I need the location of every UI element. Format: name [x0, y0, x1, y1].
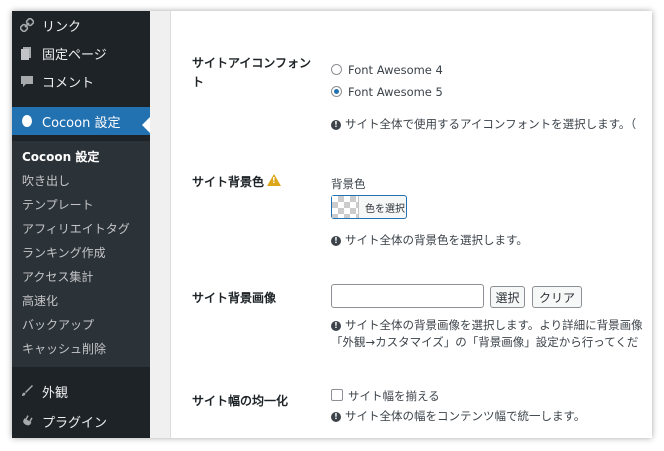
site-width-help: ! サイト全体の幅をコンテンツ幅で統一します。	[331, 408, 585, 424]
content-gutter	[150, 11, 170, 438]
submenu-item-access[interactable]: アクセス集計	[22, 268, 93, 285]
site-width-checkbox-label: サイト幅を揃える	[348, 389, 440, 403]
info-icon: !	[331, 119, 341, 130]
info-icon: !	[331, 320, 341, 331]
sidebar-item-plugins[interactable]: プラグイン	[12, 407, 150, 435]
site-width-checkbox[interactable]	[331, 389, 343, 401]
bg-image-help-text: サイト全体の背景画像を選択します。より詳細に背景画像	[345, 318, 643, 332]
bg-color-help: ! サイト全体の背景色を選択します。	[331, 232, 528, 248]
site-width-help-text: サイト全体の幅をコンテンツ幅で統一します。	[345, 409, 586, 423]
radio-label-fa5: Font Awesome 5	[348, 85, 443, 99]
icon-font-help-text: サイト全体で使用するアイコンフォントを選択します。（	[345, 117, 637, 131]
select-color-button[interactable]: 色を選択	[331, 195, 407, 219]
sidebar-item-label: プラグイン	[42, 415, 108, 431]
submenu-item-speed[interactable]: 高速化	[22, 292, 58, 309]
comment-icon	[20, 74, 34, 88]
transparent-swatch	[332, 196, 359, 218]
submenu-item-affiliate[interactable]: アフィリエイトタグ	[22, 220, 130, 237]
link-icon	[20, 18, 34, 32]
submenu-item-ranking[interactable]: ランキング作成	[22, 244, 106, 261]
appearance-icon	[20, 384, 34, 398]
warning-icon: !	[267, 174, 281, 186]
sidebar-item-label: リンク	[42, 19, 82, 35]
bg-color-sublabel: 背景色	[331, 177, 366, 191]
sidebar-item-label: 外観	[42, 385, 69, 401]
icon-font-label-line2: ト	[192, 75, 205, 89]
cocoon-submenu: Cocoon 設定 吹き出し テンプレート アフィリエイトタグ ランキング作成 …	[12, 141, 150, 367]
bg-image-help-line2: 「外観→カスタマイズ」の「背景画像」設定から行ってくだ	[331, 335, 639, 349]
active-menu-arrow	[142, 117, 150, 133]
sidebar-item-label: Cocoon 設定	[42, 115, 121, 131]
icon-font-label-line1: サイトアイコンフォン	[192, 56, 312, 70]
select-color-label: 色を選択	[365, 203, 405, 215]
info-icon: !	[331, 235, 341, 246]
select-image-button[interactable]: 選択	[490, 286, 525, 308]
page-icon	[20, 46, 34, 60]
radio-label-fa4: Font Awesome 4	[348, 63, 443, 77]
submenu-item-cache[interactable]: キャッシュ削除	[22, 340, 106, 357]
info-icon: !	[331, 411, 341, 422]
bg-image-label: サイト背景画像	[192, 291, 277, 305]
sidebar-item-links[interactable]: リンク	[12, 11, 150, 39]
bg-image-url-input[interactable]	[331, 284, 484, 308]
admin-sidebar: リンク 固定ページ コメント Cocoon 設定 Cocoon 設定 吹き出し …	[12, 11, 150, 438]
submenu-item-balloon[interactable]: 吹き出し	[22, 172, 70, 189]
sidebar-item-comments[interactable]: コメント	[12, 67, 150, 95]
sidebar-item-label: 固定ページ	[42, 47, 107, 63]
sidebar-item-cocoon[interactable]: Cocoon 設定	[12, 107, 150, 135]
bg-image-help: ! サイト全体の背景画像を選択します。より詳細に背景画像	[331, 317, 643, 333]
clear-image-button[interactable]: クリア	[532, 286, 582, 308]
sidebar-item-pages[interactable]: 固定ページ	[12, 39, 150, 67]
sidebar-item-appearance[interactable]: 外観	[12, 377, 150, 405]
bg-color-help-text: サイト全体の背景色を選択します。	[345, 233, 528, 247]
radio-font-awesome-5[interactable]	[331, 86, 342, 97]
site-width-label: サイト幅の均一化	[192, 394, 289, 408]
bg-color-label: サイト背景色	[192, 175, 265, 189]
icon-font-label: サイトアイコンフォン ト	[192, 54, 311, 90]
sidebar-item-label: コメント	[42, 75, 95, 91]
plugin-icon	[20, 414, 34, 428]
submenu-item-settings[interactable]: Cocoon 設定	[22, 148, 99, 165]
admin-window: リンク 固定ページ コメント Cocoon 設定 Cocoon 設定 吹き出し …	[12, 11, 652, 438]
submenu-item-backup[interactable]: バックアップ	[22, 316, 94, 333]
icon-font-help: ! サイト全体で使用するアイコンフォントを選択します。（	[331, 116, 636, 132]
radio-font-awesome-4[interactable]	[331, 64, 342, 75]
submenu-item-template[interactable]: テンプレート	[22, 196, 94, 213]
cocoon-icon	[20, 114, 34, 128]
